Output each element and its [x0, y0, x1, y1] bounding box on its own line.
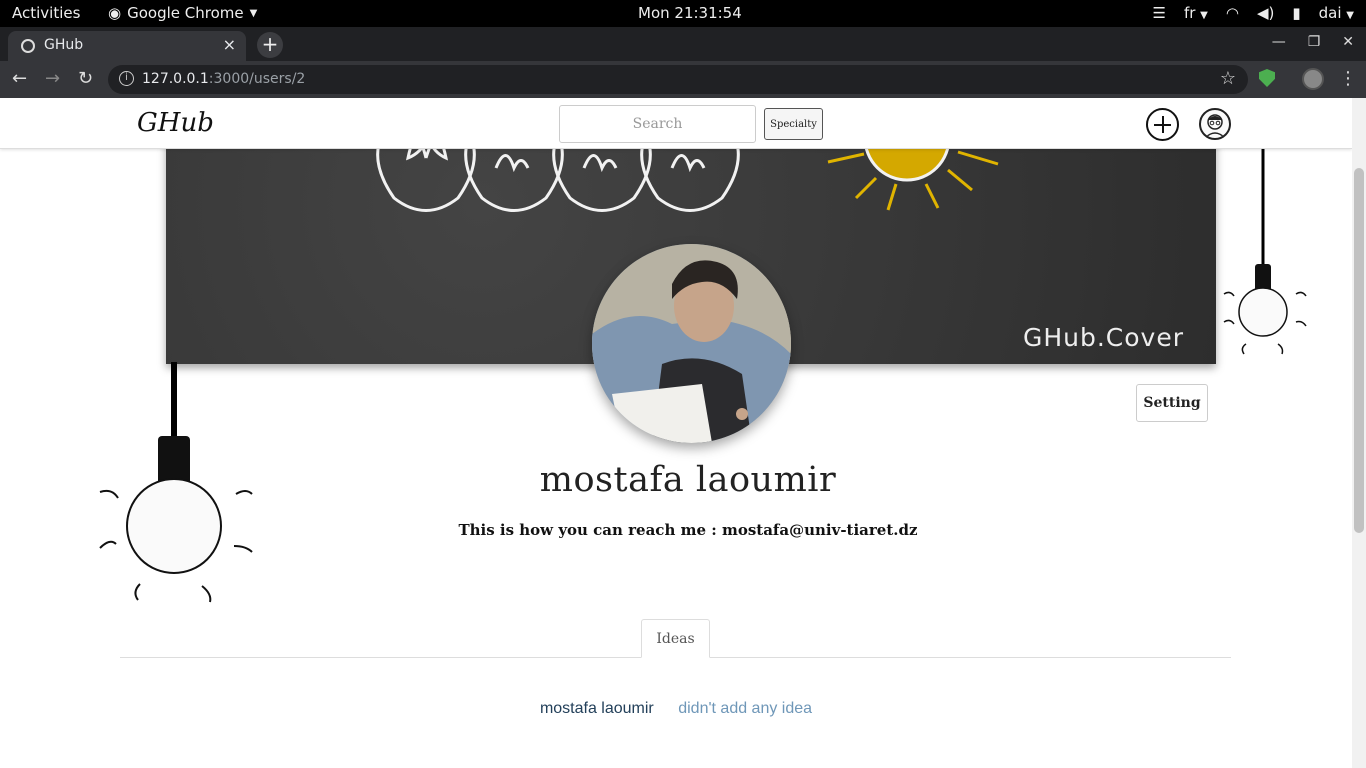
site-navbar: GHub Specialty — [0, 98, 1352, 149]
url-text: 127.0.0.1:3000/users/2 — [142, 71, 305, 87]
empty-ideas-text: didn't add any idea — [678, 700, 813, 717]
reload-icon[interactable]: ↻ — [78, 68, 93, 89]
add-idea-icon[interactable] — [1146, 108, 1179, 141]
user-label: dai — [1318, 4, 1342, 22]
url-path: :3000/users/2 — [208, 71, 306, 87]
new-tab-button[interactable]: + — [257, 32, 283, 58]
language-selector[interactable]: fr ▼ — [1184, 4, 1208, 22]
user-menu[interactable]: dai ▼ — [1319, 4, 1354, 22]
scrollbar-thumb[interactable] — [1354, 168, 1364, 533]
tab-title: GHub — [44, 37, 84, 53]
volume-icon[interactable]: ◀) — [1257, 4, 1274, 22]
specialty-button[interactable]: Specialty — [764, 108, 823, 140]
chevron-down-icon: ▼ — [249, 7, 258, 19]
url-host: 127.0.0.1 — [142, 71, 209, 87]
wifi-icon[interactable]: ◠ — [1226, 4, 1239, 22]
star-icon[interactable]: ☆ — [1220, 68, 1236, 89]
forward-icon[interactable]: → — [45, 68, 60, 89]
chevron-down-icon: ▼ — [1346, 10, 1354, 21]
system-top-bar: Activities ◉ Google Chrome ▼ Mon 21:31:5… — [0, 0, 1366, 27]
settings-button[interactable]: Setting — [1136, 384, 1208, 422]
chevron-down-icon: ▼ — [1200, 10, 1208, 21]
browser-tab[interactable]: GHub × — [8, 31, 246, 61]
battery-icon[interactable]: ▮ — [1292, 4, 1300, 22]
idea-author-link[interactable]: mostafa laoumir — [540, 700, 654, 717]
user-avatar[interactable] — [1199, 108, 1231, 140]
avatar-icon — [1204, 114, 1226, 138]
tab-strip: GHub × + — ❐ ✕ — [0, 27, 1366, 61]
profile-photo — [592, 244, 791, 443]
search-input[interactable] — [559, 105, 756, 143]
close-window-icon[interactable]: ✕ — [1342, 34, 1354, 50]
profile-photo-art — [592, 244, 791, 443]
globe-icon — [21, 39, 35, 53]
clock[interactable]: Mon 21:31:54 — [638, 4, 742, 22]
close-icon[interactable]: × — [223, 35, 236, 54]
activities-button[interactable]: Activities — [12, 4, 80, 22]
browser-toolbar: ← → ↻ i 127.0.0.1:3000/users/2 ☆ — [0, 61, 1366, 98]
menu-icon[interactable]: ☰ — [1152, 4, 1165, 22]
maximize-icon[interactable]: ❐ — [1308, 34, 1321, 50]
profile-avatar-icon[interactable] — [1302, 68, 1324, 90]
language-label: fr — [1183, 4, 1196, 22]
address-bar[interactable]: i 127.0.0.1:3000/users/2 ☆ — [108, 65, 1248, 94]
window-controls: — ❐ ✕ — [1272, 34, 1354, 50]
system-tray[interactable]: ☰ fr ▼ ◠ ◀) ▮ dai ▼ — [1152, 4, 1354, 22]
chrome-icon: ◉ — [108, 4, 122, 22]
back-icon[interactable]: ← — [12, 68, 27, 89]
info-icon[interactable]: i — [119, 71, 134, 86]
hanging-bulb-left-illustration — [99, 362, 253, 603]
minimize-icon[interactable]: — — [1272, 34, 1286, 50]
app-menu-label: Google Chrome — [127, 4, 244, 22]
site-logo[interactable]: GHub — [137, 108, 214, 138]
web-page: GHub.Cover GHub Specialty Setting — [0, 98, 1352, 768]
kebab-menu-icon[interactable]: ⋮ — [1339, 68, 1357, 89]
tab-ideas[interactable]: Ideas — [641, 619, 710, 658]
ideas-list-item: mostafa laoumir didn't add any idea — [0, 700, 1352, 718]
page-scrollbar[interactable] — [1352, 98, 1366, 768]
cover-brand: GHub.Cover — [1022, 323, 1184, 352]
app-menu[interactable]: ◉ Google Chrome ▼ — [108, 4, 257, 22]
hanging-bulb-right-illustration — [1223, 148, 1307, 355]
